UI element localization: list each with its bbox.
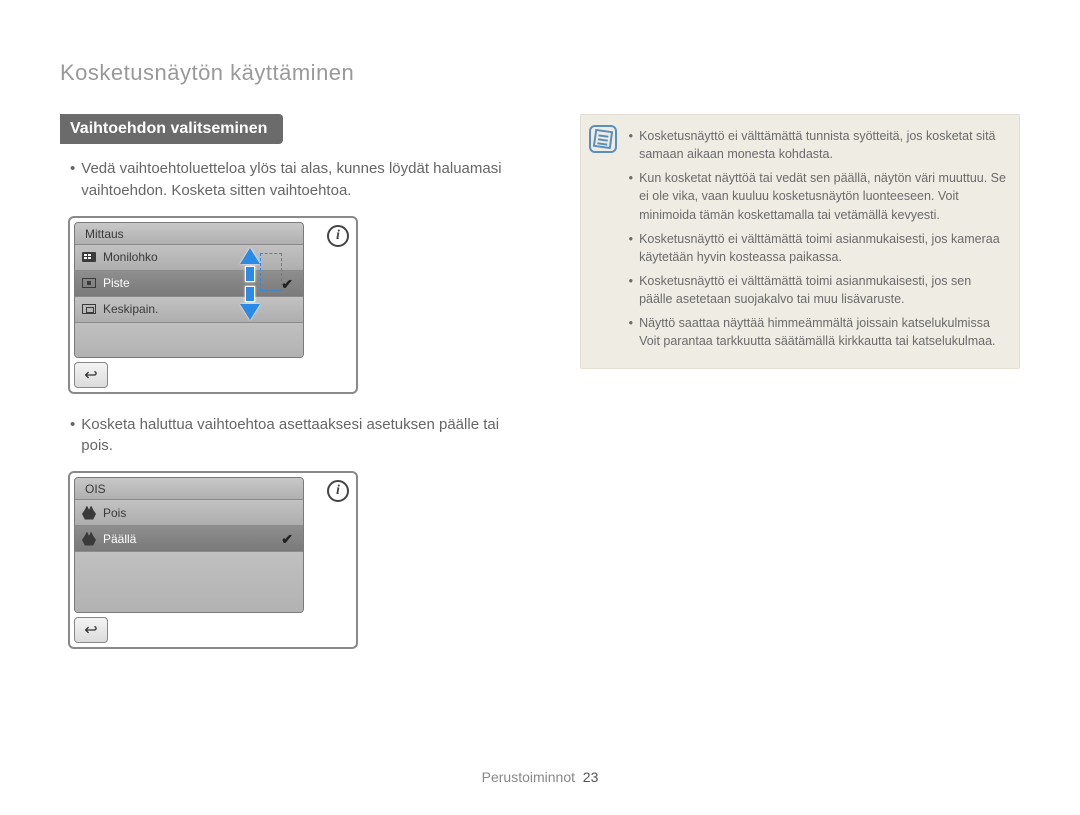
note-box: •Kosketusnäyttö ei välttämättä tunnista …: [580, 114, 1020, 369]
info-icon: i: [327, 480, 349, 502]
row-label: Keskipain.: [103, 302, 158, 316]
page-number: 23: [583, 769, 599, 785]
multi-icon: [81, 250, 97, 264]
center-icon: [81, 302, 97, 316]
info-icon: i: [327, 225, 349, 247]
screenshot-1: i Mittaus Monilohko Piste ✔: [68, 216, 358, 394]
note-icon: [589, 125, 617, 153]
check-icon: ✔: [281, 531, 293, 548]
section-header: Vaihtoehdon valitseminen: [60, 114, 283, 144]
spot-icon: [81, 276, 97, 290]
back-button[interactable]: ↩: [74, 362, 108, 388]
screenshot-2: i OIS Pois Päällä ✔: [68, 471, 358, 649]
left-column: Vaihtoehdon valitseminen • Vedä vaihtoeh…: [60, 114, 530, 669]
intro-bullet: • Vedä vaihtoehtoluetteloa ylös tai alas…: [60, 158, 530, 202]
check-icon: ✔: [281, 276, 293, 293]
row-label: Piste: [103, 276, 130, 290]
info-button[interactable]: i: [324, 477, 352, 505]
drag-indicator: [260, 253, 282, 291]
row-paalla[interactable]: Päällä ✔: [75, 526, 303, 552]
mid-bullet: • Kosketa haluttua vaihtoehtoa asettaaks…: [60, 414, 530, 458]
row-keskipain[interactable]: Keskipain.: [75, 297, 303, 323]
ois-on-icon: [81, 532, 97, 546]
screenshot1-title: Mittaus: [75, 223, 303, 245]
bullet-dot: •: [70, 414, 75, 458]
note-text: Kosketusnäyttö ei välttämättä toimi asia…: [639, 272, 1007, 308]
note-text: Kosketusnäyttö ei välttämättä tunnista s…: [639, 127, 1007, 163]
note-text: Näyttö saattaa näyttää himmeämmältä jois…: [639, 314, 1007, 350]
note-item: •Näyttö saattaa näyttää himmeämmältä joi…: [629, 314, 1007, 350]
row-pois[interactable]: Pois: [75, 500, 303, 526]
page-title: Kosketusnäytön käyttäminen: [60, 60, 1020, 86]
note-text: Kosketusnäyttö ei välttämättä toimi asia…: [639, 230, 1007, 266]
back-button[interactable]: ↩: [74, 617, 108, 643]
screenshot2-title: OIS: [75, 478, 303, 500]
filler: [75, 552, 303, 612]
row-label: Monilohko: [103, 250, 158, 264]
ois-off-icon: [81, 506, 97, 520]
back-arrow-icon: ↩: [84, 365, 97, 385]
filler: [75, 323, 303, 357]
footer-label: Perustoiminnot: [482, 769, 575, 785]
note-list: •Kosketusnäyttö ei välttämättä tunnista …: [629, 127, 1007, 350]
right-column: •Kosketusnäyttö ei välttämättä tunnista …: [580, 114, 1020, 669]
note-item: •Kun kosketat näyttöä tai vedät sen pääl…: [629, 169, 1007, 223]
back-arrow-icon: ↩: [84, 620, 97, 640]
intro-bullet-text: Vedä vaihtoehtoluetteloa ylös tai alas, …: [81, 158, 529, 202]
note-item: •Kosketusnäyttö ei välttämättä toimi asi…: [629, 272, 1007, 308]
row-label: Pois: [103, 506, 126, 520]
info-button[interactable]: i: [324, 222, 352, 250]
mid-bullet-text: Kosketa haluttua vaihtoehtoa asettaakses…: [81, 414, 529, 458]
note-item: •Kosketusnäyttö ei välttämättä tunnista …: [629, 127, 1007, 163]
note-item: •Kosketusnäyttö ei välttämättä toimi asi…: [629, 230, 1007, 266]
note-text: Kun kosketat näyttöä tai vedät sen pääll…: [639, 169, 1007, 223]
row-label: Päällä: [103, 532, 136, 546]
footer: Perustoiminnot 23: [0, 769, 1080, 785]
bullet-dot: •: [70, 158, 75, 202]
